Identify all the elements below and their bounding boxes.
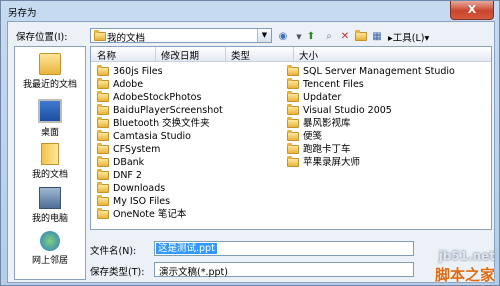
list-item[interactable]: Visual Studio 2005 xyxy=(287,104,392,117)
list-item[interactable]: 便笺 xyxy=(287,130,322,143)
folder-icon xyxy=(97,104,109,115)
list-item[interactable]: Downloads xyxy=(97,182,165,195)
save-as-dialog: 另存为 X 保存位置(I): 我的文档 ▼ ◉ ▼ ⬆ ⌕ ✕ ▦ ▸工具(L)… xyxy=(0,0,500,286)
column-type[interactable]: 类型 xyxy=(231,48,250,62)
location-combo[interactable]: 我的文档 ▼ xyxy=(90,28,272,44)
column-divider xyxy=(155,47,156,61)
list-item[interactable]: Adobe xyxy=(97,78,143,91)
list-item[interactable]: 苹果录屏大师 xyxy=(287,156,360,169)
folder-icon xyxy=(97,117,109,128)
network-icon xyxy=(40,231,60,251)
new-folder-icon[interactable] xyxy=(354,29,368,44)
my-documents-icon xyxy=(41,143,59,165)
column-name[interactable]: 名称 xyxy=(97,48,116,62)
list-item[interactable]: 跑跑卡丁车 xyxy=(287,143,351,156)
folder-icon xyxy=(287,91,299,102)
place-network[interactable]: 网上邻居 xyxy=(15,231,85,266)
folder-icon xyxy=(287,143,299,154)
folder-icon xyxy=(97,182,109,193)
place-my-computer[interactable]: 我的电脑 xyxy=(15,187,85,224)
filetype-label: 保存类型(T): xyxy=(90,267,145,278)
folder-icon xyxy=(97,208,109,219)
folder-icon xyxy=(287,104,299,115)
tools-label: 工具(L) xyxy=(392,33,425,44)
filename-input[interactable]: 这是测试.ppt xyxy=(154,241,414,256)
folder-icon xyxy=(287,130,299,141)
list-item[interactable]: Bluetooth 交换文件夹 xyxy=(97,117,210,130)
folder-icon xyxy=(94,30,106,41)
up-folder-icon[interactable]: ⬆ xyxy=(304,30,318,44)
list-item[interactable]: AdobeStockPhotos xyxy=(97,91,201,104)
watermark-logo-text: 脚本之家 xyxy=(434,266,495,284)
list-item[interactable]: Updater xyxy=(287,91,341,104)
my-computer-icon xyxy=(39,187,61,209)
folder-icon xyxy=(287,78,299,89)
filename-value: 这是测试.ppt xyxy=(156,243,217,254)
list-item[interactable]: OneNote 笔记本 xyxy=(97,208,186,221)
location-value: 我的文档 xyxy=(107,33,146,44)
place-recent-label: 我最近的文档 xyxy=(22,80,77,90)
delete-icon[interactable]: ✕ xyxy=(338,30,352,44)
place-network-label: 网上邻居 xyxy=(31,256,68,266)
place-my-documents[interactable]: 我的文档 xyxy=(15,143,85,180)
filetype-value: 演示文稿(*.ppt) xyxy=(159,267,228,278)
folder-icon xyxy=(287,117,299,128)
place-desktop-label: 桌面 xyxy=(40,128,59,138)
place-my-computer-label: 我的电脑 xyxy=(31,214,68,224)
window-title: 另存为 xyxy=(8,8,37,19)
watermark-url: jb51.net xyxy=(438,249,495,263)
list-item[interactable]: DNF 2 xyxy=(97,169,142,182)
list-item[interactable]: CFSystem xyxy=(97,143,160,156)
file-list: 名称 修改日期 类型 大小 360js Files Adobe AdobeSto… xyxy=(90,46,492,230)
column-modified[interactable]: 修改日期 xyxy=(161,48,199,62)
list-header: 名称 修改日期 类型 大小 xyxy=(91,47,491,62)
folder-icon xyxy=(97,143,109,154)
list-item[interactable]: 暴风影视库 xyxy=(287,117,351,130)
place-my-documents-label: 我的文档 xyxy=(31,170,68,180)
list-item[interactable]: DBank xyxy=(97,156,144,169)
folder-icon xyxy=(97,169,109,180)
column-divider xyxy=(225,47,226,61)
places-bar: 我最近的文档 桌面 我的文档 我的电脑 网上邻居 xyxy=(14,46,86,280)
folder-icon xyxy=(97,91,109,102)
dialog-body: 保存位置(I): 我的文档 ▼ ◉ ▼ ⬆ ⌕ ✕ ▦ ▸工具(L)▾ 我最近的… xyxy=(7,21,495,283)
column-divider xyxy=(293,47,294,61)
folder-icon xyxy=(287,156,299,167)
folder-icon xyxy=(287,65,299,76)
folder-icon xyxy=(97,156,109,167)
filetype-select[interactable]: 演示文稿(*.ppt) xyxy=(154,262,414,278)
close-button[interactable]: X xyxy=(450,1,494,20)
views-icon[interactable]: ▦ xyxy=(370,30,384,44)
list-item[interactable]: SQL Server Management Studio xyxy=(287,65,455,78)
list-item[interactable]: 360js Files xyxy=(97,65,163,78)
recent-documents-icon xyxy=(39,53,61,75)
folder-icon xyxy=(97,130,109,141)
tools-menu[interactable]: ▸工具(L)▾ xyxy=(388,30,429,44)
list-item[interactable]: My ISO Files xyxy=(97,195,170,208)
place-recent[interactable]: 我最近的文档 xyxy=(15,53,85,90)
place-desktop[interactable]: 桌面 xyxy=(15,99,85,138)
list-item[interactable]: Camtasia Studio xyxy=(97,130,191,143)
column-size[interactable]: 大小 xyxy=(299,48,318,62)
list-item[interactable]: Tencent Files xyxy=(287,78,364,91)
search-web-icon[interactable]: ⌕ xyxy=(322,30,336,44)
title-bar[interactable]: 另存为 X xyxy=(1,1,499,21)
folder-icon xyxy=(97,195,109,206)
location-label: 保存位置(I): xyxy=(16,32,68,43)
folder-icon xyxy=(97,65,109,76)
desktop-icon xyxy=(38,99,62,123)
folder-icon xyxy=(97,78,109,89)
chevron-down-icon[interactable]: ▼ xyxy=(257,29,271,42)
filename-label: 文件名(N): xyxy=(90,246,137,257)
list-item[interactable]: BaiduPlayerScreenshot xyxy=(97,104,223,117)
back-icon[interactable]: ◉ xyxy=(276,30,290,44)
